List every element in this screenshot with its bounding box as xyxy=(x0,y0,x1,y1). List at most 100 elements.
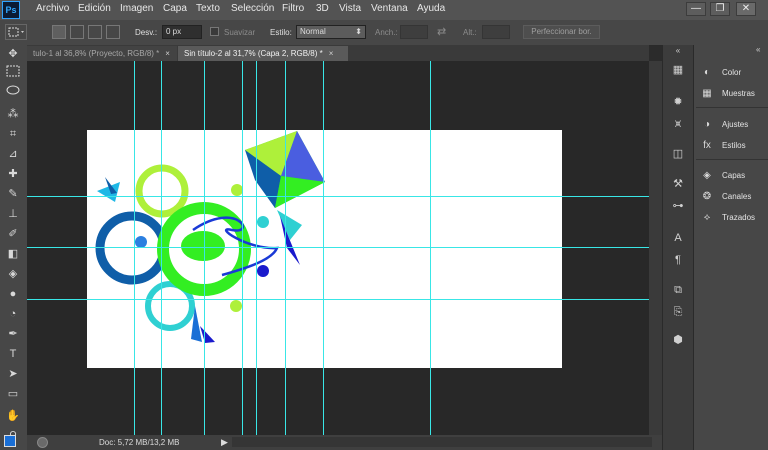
healing-brush-icon[interactable]: ✚ xyxy=(4,165,22,183)
new-selection-icon[interactable] xyxy=(52,25,66,39)
guide-vertical[interactable] xyxy=(242,61,243,435)
menu-3d[interactable]: 3D xyxy=(316,3,329,14)
path-selection-icon[interactable]: ➤ xyxy=(4,365,22,383)
guide-vertical[interactable] xyxy=(134,61,135,435)
move-icon[interactable]: ✥ xyxy=(4,45,22,63)
panel-muestras[interactable]: ▦ Muestras xyxy=(696,85,768,103)
magic-wand-icon[interactable]: ⁂ xyxy=(4,105,22,123)
shape-icon[interactable]: ▭ xyxy=(4,385,22,403)
brightness-icon[interactable]: ✹ xyxy=(669,93,687,111)
crop-icon[interactable]: ⌗ xyxy=(4,125,22,143)
panel-trazados[interactable]: ⟡ Trazados xyxy=(696,209,768,227)
canvas-workspace[interactable] xyxy=(27,61,649,435)
guide-vertical[interactable] xyxy=(285,61,286,435)
brush-icon[interactable]: ✎ xyxy=(4,185,22,203)
actions-icon[interactable]: ⎘ xyxy=(669,303,687,321)
height-label: Alt.: xyxy=(463,28,477,37)
lime-dot-lower xyxy=(230,300,242,312)
paint-bucket-icon[interactable]: ◈ xyxy=(4,265,22,283)
menu-ventana[interactable]: Ventana xyxy=(371,3,408,14)
tool-presets-icon[interactable]: ⚒ xyxy=(669,175,687,193)
marquee-preset-icon xyxy=(8,27,24,37)
close-icon[interactable]: × xyxy=(165,49,170,58)
panel-canales[interactable]: ❂ Canales xyxy=(696,188,768,206)
tab-label: tulo-1 al 36,8% (Proyecto, RGB/8) * xyxy=(33,49,160,58)
history-brush-icon[interactable]: ✐ xyxy=(4,225,22,243)
guide-vertical[interactable] xyxy=(256,61,257,435)
menu-vista[interactable]: Vista xyxy=(339,3,361,14)
panel-color[interactable]: ◐ Color xyxy=(696,64,768,82)
panel-estilos[interactable]: fx Estilos xyxy=(696,137,768,155)
width-input[interactable] xyxy=(400,25,428,39)
menu-texto[interactable]: Texto xyxy=(196,3,220,14)
eyedropper-icon[interactable]: ⊿ xyxy=(4,145,22,163)
tool-preset-picker[interactable] xyxy=(5,24,27,40)
tab-titulo-1[interactable]: tulo-1 al 36,8% (Proyecto, RGB/8) * × xyxy=(27,46,177,61)
menu-ayuda[interactable]: Ayuda xyxy=(417,3,445,14)
style-select[interactable]: Normal ⬍ xyxy=(296,25,366,39)
share-icon[interactable] xyxy=(37,437,48,448)
guide-vertical[interactable] xyxy=(204,61,205,435)
guide-horizontal[interactable] xyxy=(27,247,649,248)
foreground-color-swatch[interactable] xyxy=(4,435,16,447)
vertical-scrollbar[interactable] xyxy=(649,61,662,435)
height-input[interactable] xyxy=(482,25,510,39)
feather-input[interactable]: 0 px xyxy=(162,25,202,39)
tab-titulo-2[interactable]: Sin título-2 al 31,7% (Capa 2, RGB/8) * × xyxy=(178,46,348,61)
collapse-arrow-icon[interactable]: « xyxy=(669,45,687,57)
intersect-selection-icon[interactable] xyxy=(106,25,120,39)
menu-seleccion[interactable]: Selección xyxy=(231,3,274,14)
lasso-icon[interactable] xyxy=(4,85,22,103)
panel-capas[interactable]: ◈ Capas xyxy=(696,167,768,185)
menu-imagen[interactable]: Imagen xyxy=(120,3,153,14)
guide-vertical[interactable] xyxy=(430,61,431,435)
menu-edicion[interactable]: Edición xyxy=(78,3,111,14)
restore-button[interactable]: ❐ xyxy=(710,2,730,16)
horizontal-scrollbar[interactable] xyxy=(232,437,652,447)
dodge-icon[interactable]: ◔ xyxy=(4,305,22,323)
minimize-button[interactable]: — xyxy=(686,2,706,16)
clone-source-icon[interactable]: ⧉ xyxy=(669,281,687,299)
tab-label: Sin título-2 al 31,7% (Capa 2, RGB/8) * xyxy=(184,49,323,58)
menu-archivo[interactable]: Archivo xyxy=(36,3,69,14)
guide-horizontal[interactable] xyxy=(27,196,649,197)
menu-filtro[interactable]: Filtro xyxy=(282,3,304,14)
pen-icon[interactable]: ✒ xyxy=(4,325,22,343)
brush-presets-icon[interactable]: ⊶ xyxy=(669,197,687,215)
collapse-panels-icon[interactable]: « xyxy=(756,45,760,54)
subtract-selection-icon[interactable] xyxy=(88,25,102,39)
chevron-updown-icon: ⬍ xyxy=(355,27,362,36)
clone-stamp-icon[interactable]: ⊥ xyxy=(4,205,22,223)
panel-ajustes[interactable]: ◑ Ajustes xyxy=(696,116,768,134)
menu-capa[interactable]: Capa xyxy=(163,3,187,14)
antialias-checkbox[interactable] xyxy=(210,27,219,36)
blue-ring xyxy=(95,211,169,285)
swap-dimensions-icon[interactable]: ⇄ xyxy=(437,25,446,38)
history-icon[interactable]: ▦ xyxy=(669,61,687,79)
guide-horizontal[interactable] xyxy=(27,299,649,300)
guide-vertical[interactable] xyxy=(323,61,324,435)
paragraph-icon[interactable]: ¶ xyxy=(669,251,687,269)
eraser-icon[interactable]: ◧ xyxy=(4,245,22,263)
3d-icon[interactable]: ⬢ xyxy=(669,331,687,349)
marquee-icon[interactable] xyxy=(4,65,22,83)
document-canvas[interactable] xyxy=(87,130,562,368)
character-icon[interactable]: A xyxy=(669,229,687,247)
guide-vertical[interactable] xyxy=(161,61,162,435)
adjustments-icon: ◑ xyxy=(703,119,711,130)
teal-dot xyxy=(257,216,269,228)
green-ellipse xyxy=(181,231,225,261)
blur-icon[interactable]: ● xyxy=(4,285,22,303)
type-icon[interactable]: T xyxy=(4,345,22,363)
info-icon[interactable]: ◫ xyxy=(669,145,687,163)
document-tabs: tulo-1 al 36,8% (Proyecto, RGB/8) * × Sin… xyxy=(27,45,649,61)
tools-panel: ✥ ⁂ ⌗ ⊿ ✚ ✎ ⊥ ✐ ◧ ◈ ● ◔ ✒ T ➤ ▭ ✋ ⚲ xyxy=(0,45,28,450)
refine-edge-button[interactable]: Perfeccionar bor. xyxy=(523,25,600,39)
app-logo[interactable]: Ps xyxy=(2,1,20,19)
add-selection-icon[interactable] xyxy=(70,25,84,39)
close-icon[interactable]: × xyxy=(329,49,334,58)
hand-icon[interactable]: ✋ xyxy=(4,407,22,425)
close-window-button[interactable]: ✕ xyxy=(736,2,756,16)
status-menu-arrow-icon[interactable]: ▶ xyxy=(221,437,228,448)
histogram-icon[interactable]: ⩙ xyxy=(669,115,687,133)
